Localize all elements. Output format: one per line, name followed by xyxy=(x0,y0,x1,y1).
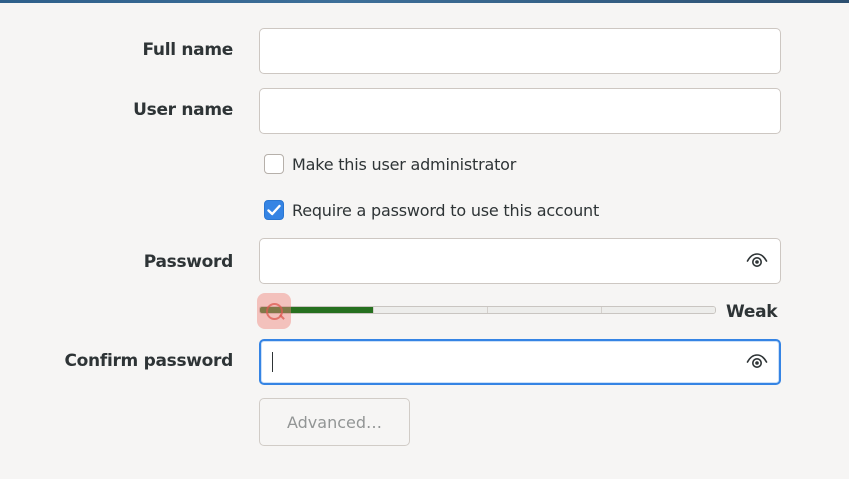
user-name-input[interactable] xyxy=(270,89,734,135)
password-label: Password xyxy=(143,252,234,272)
full-name-label: Full name xyxy=(142,40,233,60)
text-caret xyxy=(272,352,273,372)
mouse-pointer-highlight xyxy=(257,293,291,329)
full-name-field[interactable] xyxy=(259,28,781,75)
confirm-password-input[interactable] xyxy=(271,341,735,385)
strength-segment xyxy=(374,307,488,313)
require-password-checkbox-label[interactable]: Require a password to use this account xyxy=(292,201,599,220)
password-input[interactable] xyxy=(270,239,734,285)
user-name-label: User name xyxy=(133,100,233,120)
eye-icon[interactable] xyxy=(746,252,768,270)
password-strength-label: Weak xyxy=(726,302,778,322)
strength-segment xyxy=(602,307,715,313)
require-password-checkbox-row[interactable]: Require a password to use this account xyxy=(264,198,599,222)
strength-segment xyxy=(488,307,602,313)
admin-checkbox-label[interactable]: Make this user administrator xyxy=(292,155,516,174)
password-strength-meter xyxy=(259,306,716,314)
require-password-checkbox[interactable] xyxy=(264,200,284,220)
admin-checkbox[interactable] xyxy=(264,154,284,174)
admin-checkbox-row[interactable]: Make this user administrator xyxy=(264,152,516,176)
full-name-input[interactable] xyxy=(270,29,734,75)
confirm-password-field[interactable] xyxy=(259,339,781,385)
password-field[interactable] xyxy=(259,238,781,285)
checkmark-icon xyxy=(267,204,281,216)
user-name-field[interactable] xyxy=(259,88,781,135)
advanced-button[interactable]: Advanced… xyxy=(259,398,410,446)
window-header-edge xyxy=(0,0,849,3)
eye-icon[interactable] xyxy=(746,353,768,371)
confirm-password-label: Confirm password xyxy=(64,351,233,371)
